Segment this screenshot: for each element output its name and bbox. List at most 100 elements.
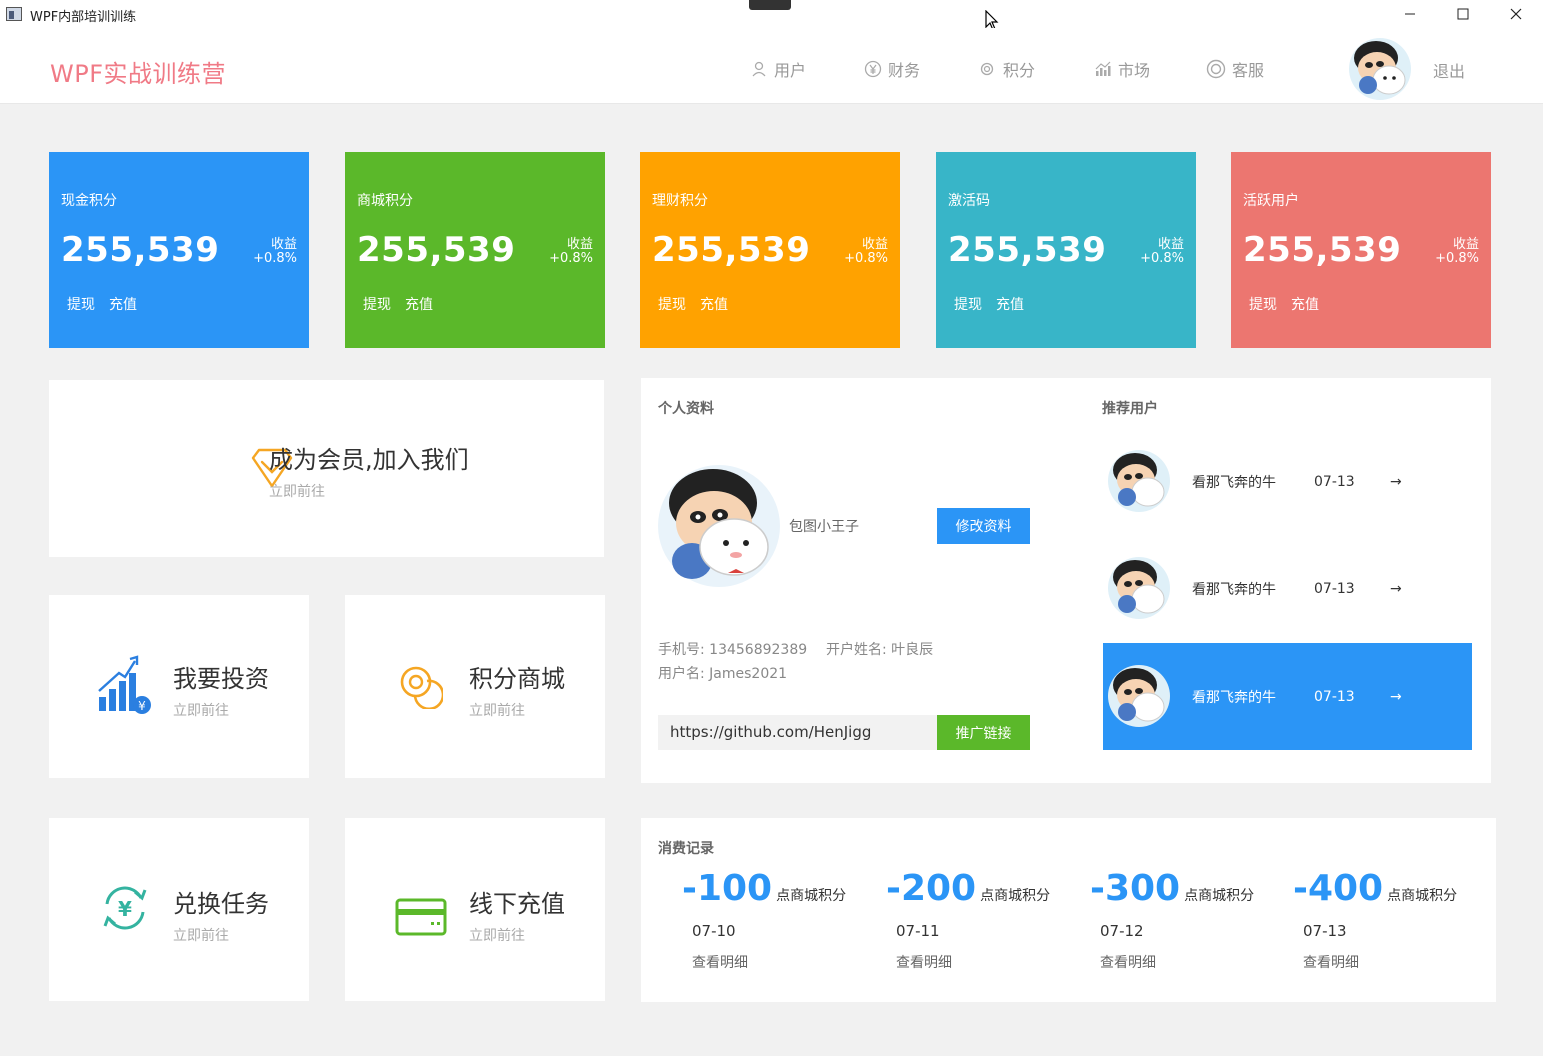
consumption-record: -300 点商城积分 07-12 查看明细 [1090,868,1290,971]
profile-avatar [658,465,780,587]
stat-value: 255,539 [1243,230,1402,270]
withdraw-link[interactable]: 提现 [1249,294,1277,314]
tile-subtitle: 立即前往 [469,703,525,719]
svg-text:¥: ¥ [138,699,146,713]
invest-tile[interactable]: ¥ 我要投资 立即前往 [49,595,309,778]
app-header: WPF实战训练营 用户 财务 积分 市场 客服 退出 [0,28,1543,104]
minimize-button[interactable] [1383,0,1437,28]
avatar [1108,557,1170,619]
nav-item-market[interactable]: 市场 [1094,57,1150,81]
stat-gain-label: 收益 [1157,237,1184,252]
stat-gain-value: +0.8% [549,251,593,266]
nav-label: 积分 [1003,61,1036,80]
market-icon [1095,61,1111,76]
consumption-amount: -200 [886,868,977,909]
tile-title: 兑换任务 [173,890,269,918]
svg-text:¥: ¥ [118,897,132,921]
recharge-link[interactable]: 充值 [405,294,433,314]
nav-label: 用户 [774,61,807,80]
consumption-unit: 点商城积分 [1387,888,1458,904]
recommend-user-date: 07-13 [1314,473,1355,490]
recharge-link[interactable]: 充值 [109,294,137,314]
phone-label: 手机号: [658,642,705,658]
consumption-amount: -300 [1090,868,1181,909]
tile-subtitle: 立即前往 [469,928,525,944]
edit-profile-button[interactable]: 修改资料 [937,508,1030,544]
close-button[interactable] [1489,0,1543,28]
consumption-amount: -100 [682,868,773,909]
consumption-unit: 点商城积分 [1184,888,1255,904]
arrow-right-icon[interactable]: → [1390,474,1402,490]
task-tile[interactable]: ¥ 兑换任务 立即前往 [49,818,309,1001]
promo-link-button[interactable]: 推广链接 [937,715,1030,750]
consumption-unit: 点商城积分 [980,888,1051,904]
view-detail-link[interactable]: 查看明细 [692,952,748,972]
recharge-link[interactable]: 充值 [996,294,1024,314]
consumption-record: -200 点商城积分 07-11 查看明细 [886,868,1086,971]
consumption-unit: 点商城积分 [776,888,847,904]
stat-gain-label: 收益 [566,237,593,252]
window-title: WPF内部培训训练 [30,10,137,25]
tile-subtitle: 立即前往 [269,484,325,500]
exchange-yen-icon: ¥ [103,886,147,930]
stat-value: 255,539 [61,230,220,270]
close-icon [1510,8,1522,20]
mall-tile[interactable]: 积分商城 立即前往 [345,595,605,778]
withdraw-link[interactable]: 提现 [658,294,686,314]
stat-title: 活跃用户 [1243,193,1299,209]
stat-title: 现金积分 [61,193,117,209]
username-row: 用户名: James2021 [658,663,787,683]
recommend-user-row[interactable]: 看那飞奔的牛 07-13 → [1103,535,1472,642]
logout-link[interactable]: 退出 [1433,58,1465,82]
nav-item-points[interactable]: 积分 [979,57,1035,81]
account-value: 叶良辰 [891,642,934,658]
maximize-button[interactable] [1436,0,1490,28]
finance-icon [864,60,882,78]
username-label: 用户名: [658,666,705,682]
user-avatar[interactable] [1349,38,1411,100]
nav-label: 财务 [888,61,921,80]
stat-card-cash: 现金积分 255,539 收益 +0.8% 提现 充值 [49,152,309,348]
arrow-right-icon[interactable]: → [1390,581,1402,597]
nav-item-finance[interactable]: 财务 [864,57,920,81]
consumption-panel [641,818,1496,1002]
profile-name: 包图小王子 [789,519,859,535]
view-detail-link[interactable]: 查看明细 [1303,952,1359,972]
member-tile[interactable]: 成为会员,加入我们 立即前往 [49,380,604,557]
referral-url-field[interactable]: https://github.com/HenJigg [658,715,937,750]
recommend-user-row[interactable]: 看那飞奔的牛 07-13 → [1103,428,1472,535]
card-icon [395,898,447,936]
avatar [1108,450,1170,512]
consumption-date: 07-10 [692,922,736,940]
offline-recharge-tile[interactable]: 线下充值 立即前往 [345,818,605,1001]
maximize-icon [1457,8,1469,20]
points-icon [980,62,994,76]
nav-item-service[interactable]: 客服 [1206,57,1264,81]
stat-card-activation: 激活码 255,539 收益 +0.8% 提现 充值 [936,152,1196,348]
stat-card-finance: 理财积分 255,539 收益 +0.8% 提现 充值 [640,152,900,348]
view-detail-link[interactable]: 查看明细 [896,952,952,972]
withdraw-link[interactable]: 提现 [954,294,982,314]
consumption-record: -400 点商城积分 07-13 查看明细 [1293,868,1493,971]
recharge-link[interactable]: 充值 [1291,294,1319,314]
window-grip[interactable] [749,0,791,10]
tile-title: 成为会员,加入我们 [269,446,469,474]
view-detail-link[interactable]: 查看明细 [1100,952,1156,972]
nav-item-user[interactable]: 用户 [750,57,806,81]
account-label: 开户姓名: [826,642,887,658]
recommend-user-row-selected[interactable]: 看那飞奔的牛 07-13 → [1103,643,1472,750]
stat-card-active-users: 活跃用户 255,539 收益 +0.8% 提现 充值 [1231,152,1491,348]
stat-gain-value: +0.8% [844,251,888,266]
stat-card-mall: 商城积分 255,539 收益 +0.8% 提现 充值 [345,152,605,348]
tile-subtitle: 立即前往 [173,928,229,944]
stat-gain-label: 收益 [270,237,297,252]
minimize-icon [1405,13,1415,15]
arrow-right-icon[interactable]: → [1390,689,1402,705]
stat-title: 商城积分 [357,193,413,209]
withdraw-link[interactable]: 提现 [67,294,95,314]
stat-gain-value: +0.8% [253,251,297,266]
consumption-date: 07-12 [1100,922,1144,940]
withdraw-link[interactable]: 提现 [363,294,391,314]
recharge-link[interactable]: 充值 [700,294,728,314]
profile-section-title: 个人资料 [658,401,714,417]
